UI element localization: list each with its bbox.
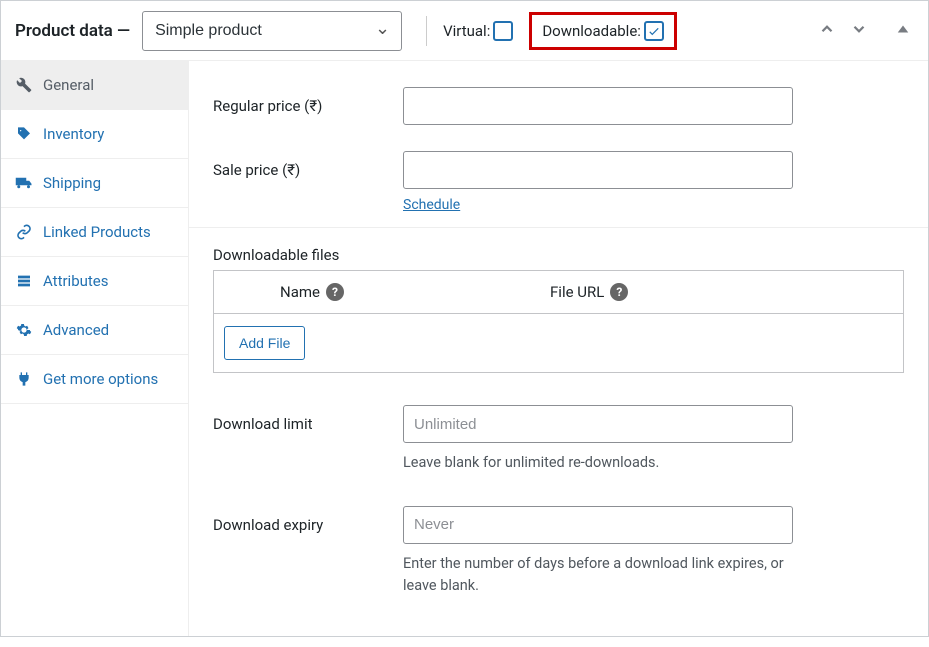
downloadable-highlight: Downloadable:: [529, 12, 677, 50]
sidebar-item-general[interactable]: General: [1, 61, 188, 110]
panel-body: General Inventory Shipping Linked Produc…: [1, 61, 928, 636]
sidebar-item-label: Attributes: [43, 272, 109, 290]
sale-price-input[interactable]: [403, 151, 793, 189]
notes-icon: [15, 273, 33, 289]
virtual-checkbox-group: Virtual:: [443, 21, 513, 41]
sidebar-item-advanced[interactable]: Advanced: [1, 306, 188, 355]
help-icon[interactable]: ?: [326, 283, 344, 301]
truck-icon: [15, 176, 33, 190]
download-expiry-input[interactable]: [403, 506, 793, 544]
divider: [426, 16, 427, 46]
product-data-panel: Product data — Simple product Virtual: D…: [0, 0, 929, 637]
collapse-icon[interactable]: [892, 20, 914, 42]
sidebar-item-label: Linked Products: [43, 223, 151, 241]
plug-icon: [15, 371, 33, 387]
col-url-label: File URL: [550, 283, 604, 301]
panel-header-controls: [814, 18, 914, 44]
sidebar: General Inventory Shipping Linked Produc…: [1, 61, 189, 636]
downloadable-files-section: Downloadable files Name ? File URL ?: [189, 232, 928, 383]
downloadable-files-label: Downloadable files: [213, 246, 904, 264]
downloadable-label: Downloadable:: [542, 22, 641, 40]
download-limit-input[interactable]: [403, 405, 793, 443]
sidebar-item-inventory[interactable]: Inventory: [1, 110, 188, 159]
files-table-footer: Add File: [214, 314, 903, 372]
col-name-label: Name: [280, 283, 320, 301]
regular-price-row: Regular price (₹): [189, 71, 928, 135]
download-limit-label: Download limit: [213, 405, 403, 433]
tag-icon: [15, 126, 33, 142]
sidebar-item-label: Shipping: [43, 174, 101, 192]
wrench-icon: [15, 77, 33, 93]
link-icon: [15, 224, 33, 240]
product-type-select[interactable]: Simple product: [142, 11, 402, 51]
download-limit-desc: Leave blank for unlimited re-downloads.: [403, 452, 803, 474]
sidebar-item-label: Inventory: [43, 125, 104, 143]
sidebar-item-label: Advanced: [43, 321, 109, 339]
sale-price-row: Sale price (₹) Schedule: [189, 135, 928, 223]
help-icon[interactable]: ?: [610, 283, 628, 301]
sidebar-item-shipping[interactable]: Shipping: [1, 159, 188, 208]
panel-title: Product data —: [15, 21, 130, 41]
files-table: Name ? File URL ? Add File: [213, 270, 904, 373]
download-limit-row: Download limit Leave blank for unlimited…: [189, 383, 928, 484]
files-table-header: Name ? File URL ?: [214, 271, 903, 314]
sale-price-label: Sale price (₹): [213, 151, 403, 179]
content-area: Regular price (₹) Sale price (₹) Schedul…: [189, 61, 928, 636]
sidebar-item-label: Get more options: [43, 370, 158, 388]
sidebar-item-label: General: [43, 76, 94, 94]
divider: [189, 227, 928, 228]
virtual-label: Virtual:: [443, 22, 490, 40]
move-up-icon[interactable]: [814, 18, 840, 44]
download-expiry-label: Download expiry: [213, 506, 403, 534]
sidebar-item-linked-products[interactable]: Linked Products: [1, 208, 188, 257]
virtual-checkbox[interactable]: [493, 21, 513, 41]
regular-price-label: Regular price (₹): [213, 87, 403, 115]
schedule-link[interactable]: Schedule: [403, 197, 460, 213]
downloadable-checkbox[interactable]: [644, 21, 664, 41]
sidebar-item-attributes[interactable]: Attributes: [1, 257, 188, 306]
cog-icon: [15, 322, 33, 338]
panel-header: Product data — Simple product Virtual: D…: [1, 1, 928, 61]
download-expiry-row: Download expiry Enter the number of days…: [189, 484, 928, 607]
sidebar-item-get-more-options[interactable]: Get more options: [1, 355, 188, 404]
regular-price-input[interactable]: [403, 87, 793, 125]
move-down-icon[interactable]: [846, 18, 872, 44]
download-expiry-desc: Enter the number of days before a downlo…: [403, 553, 803, 597]
add-file-button[interactable]: Add File: [224, 326, 305, 360]
